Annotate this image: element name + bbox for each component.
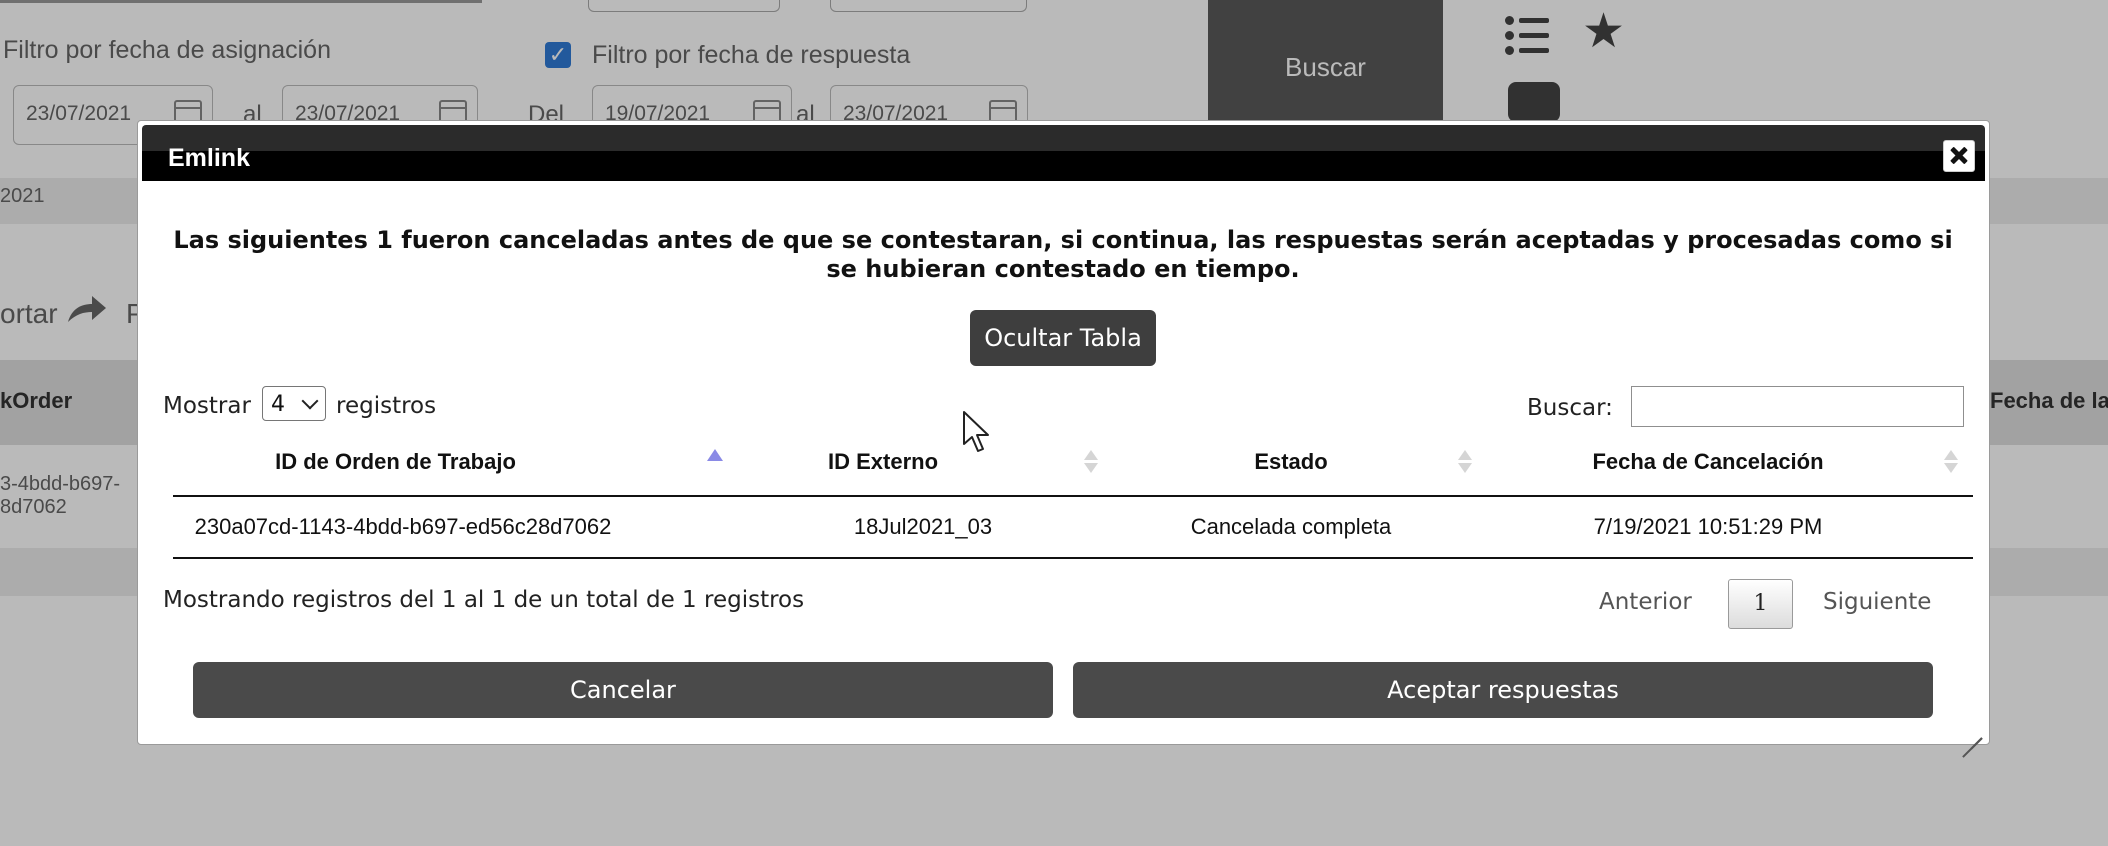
cell-status: Cancelada completa [1190, 514, 1392, 539]
dialog-title: Emlink [168, 144, 250, 172]
column-header-status[interactable]: Estado [1141, 449, 1441, 475]
cancelled-orders-dialog: Emlink Las siguientes 1 fueron cancelada… [137, 120, 1990, 745]
hide-table-button[interactable]: Ocultar Tabla [970, 310, 1156, 366]
cell-cancel-date: 7/19/2021 10:51:29 PM [1593, 514, 1823, 539]
pagination-previous[interactable]: Anterior [1599, 589, 1692, 615]
cancel-button[interactable]: Cancelar [193, 662, 1053, 718]
length-suffix-label: registros [336, 393, 437, 419]
cell-external-id: 18Jul2021_03 [853, 514, 993, 539]
length-prefix-label: Mostrar [163, 393, 251, 419]
table-search-label: Buscar: [1527, 395, 1613, 421]
cell-work-order-id: 230a07cd-1143-4bdd-b697-ed56c28d7062 [194, 514, 612, 539]
pagination-next[interactable]: Siguiente [1823, 589, 1931, 615]
resize-handle[interactable] [1960, 717, 1982, 739]
sort-icon[interactable] [1082, 447, 1100, 477]
dialog-titlebar[interactable]: Emlink [142, 125, 1985, 181]
table-header-divider [173, 495, 1973, 497]
column-header-cancel-date[interactable]: Fecha de Cancelación [1528, 449, 1888, 475]
table-search-input[interactable] [1631, 386, 1964, 427]
column-header-work-order-id[interactable]: ID de Orden de Trabajo [218, 449, 573, 475]
table-info: Mostrando registros del 1 al 1 de un tot… [163, 587, 805, 613]
pagination-current-page[interactable]: 1 [1728, 579, 1793, 629]
page-length-value: 4 [271, 392, 285, 417]
mouse-cursor-icon [962, 410, 992, 454]
page-length-select[interactable]: 4 [262, 386, 326, 421]
table-bottom-divider [173, 557, 1973, 559]
dialog-message: Las siguientes 1 fueron canceladas antes… [173, 226, 1953, 283]
chevron-down-icon [301, 392, 319, 410]
accept-responses-button[interactable]: Aceptar respuestas [1073, 662, 1933, 718]
sort-icon[interactable] [1942, 447, 1960, 477]
sort-ascending-icon[interactable] [705, 447, 723, 463]
sort-icon[interactable] [1456, 447, 1474, 477]
close-icon[interactable] [1943, 140, 1975, 172]
